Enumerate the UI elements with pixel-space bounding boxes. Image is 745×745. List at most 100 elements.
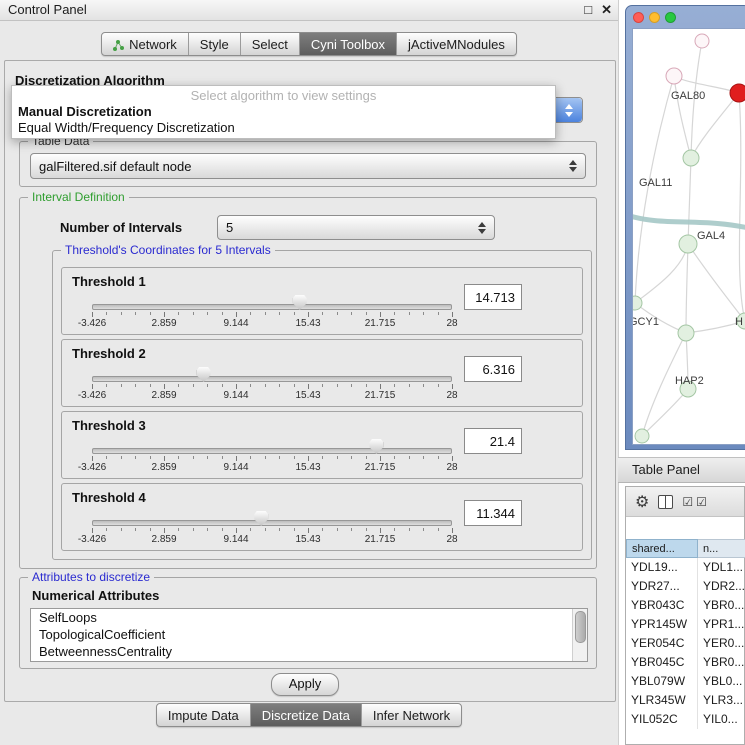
- checkbox-icon[interactable]: [682, 493, 693, 511]
- scrollbar-thumb[interactable]: [575, 611, 586, 643]
- tab-cyni-toolbox[interactable]: Cyni Toolbox: [300, 33, 397, 55]
- threshold-2-value-field[interactable]: 6.316: [464, 356, 522, 382]
- table-row[interactable]: YIL052CYIL0...: [626, 710, 745, 729]
- cell[interactable]: YLR345W: [626, 691, 698, 710]
- cell[interactable]: YDR27...: [626, 577, 698, 596]
- node[interactable]: [683, 150, 699, 166]
- list-item[interactable]: SelfLoops: [31, 609, 587, 626]
- number-of-intervals-value: 5: [218, 220, 475, 235]
- apply-button[interactable]: Apply: [271, 673, 339, 696]
- node-label: GAL80: [671, 90, 705, 102]
- node[interactable]: [633, 296, 642, 310]
- tab-style[interactable]: Style: [189, 33, 241, 55]
- close-traffic-icon[interactable]: [633, 12, 644, 23]
- cell[interactable]: YIL0...: [698, 710, 745, 729]
- thresholds-group: Threshold's Coordinates for 5 Intervals …: [52, 250, 592, 560]
- cell[interactable]: YPR1...: [698, 615, 745, 634]
- threshold-1-panel: Threshold 1 -3.4262.8599.14415.4321.7152…: [61, 267, 583, 335]
- list-scrollbar[interactable]: [572, 609, 587, 661]
- close-window-icon[interactable]: [601, 1, 612, 19]
- threshold-3-panel: Threshold 3 -3.4262.8599.14415.4321.7152…: [61, 411, 583, 479]
- threshold-3-value-field[interactable]: 21.4: [464, 428, 522, 454]
- node-label: H: [735, 316, 743, 328]
- table-row[interactable]: YBL079WYBL0...: [626, 672, 745, 691]
- cell[interactable]: YBR0...: [698, 596, 745, 615]
- slider-thumb[interactable]: [254, 511, 268, 526]
- table-toolbar: [626, 487, 744, 517]
- tab-style-label: Style: [200, 37, 229, 52]
- number-of-intervals-select[interactable]: 5: [217, 215, 495, 240]
- threshold-3-slider[interactable]: -3.4262.8599.14415.4321.71528: [82, 438, 462, 474]
- tab-select[interactable]: Select: [241, 33, 300, 55]
- algorithm-option-equal-width[interactable]: Equal Width/Frequency Discretization: [12, 120, 555, 136]
- selected-node[interactable]: [730, 84, 745, 102]
- algorithm-option-manual[interactable]: Manual Discretization: [12, 104, 555, 120]
- numerical-attributes-list[interactable]: SelfLoops TopologicalCoefficient Between…: [30, 608, 588, 662]
- table-panel: shared... n... YDL19...YDL1... YDR27...Y…: [625, 486, 745, 745]
- column-header-shared-name[interactable]: shared...: [626, 539, 698, 558]
- bottom-tab-group: Impute Data Discretize Data Infer Networ…: [156, 703, 462, 727]
- network-graph: GAL80 GAL11 GAL4 GCY1 HAP2 H: [633, 29, 745, 444]
- cell[interactable]: YER0...: [698, 634, 745, 653]
- minimize-traffic-icon[interactable]: [649, 12, 660, 23]
- threshold-4-slider[interactable]: -3.4262.8599.14415.4321.71528: [82, 510, 462, 546]
- slider-scale-labels: -3.4262.8599.14415.4321.71528: [92, 462, 452, 474]
- number-of-intervals-label: Number of Intervals: [60, 220, 182, 235]
- table-row[interactable]: YBR043CYBR0...: [626, 596, 745, 615]
- threshold-2-panel: Threshold 2 -3.4262.8599.14415.4321.7152…: [61, 339, 583, 407]
- node[interactable]: [635, 429, 649, 443]
- tab-jactivemnodules[interactable]: jActiveMNodules: [397, 33, 516, 55]
- cell[interactable]: YBR0...: [698, 653, 745, 672]
- cell[interactable]: YER054C: [626, 634, 698, 653]
- cell[interactable]: YIL052C: [626, 710, 698, 729]
- column-header-name[interactable]: n...: [698, 539, 745, 558]
- tab-network[interactable]: Network: [102, 33, 189, 55]
- checkbox-icon[interactable]: [696, 493, 707, 511]
- threshold-1-slider[interactable]: -3.4262.8599.14415.4321.71528: [82, 294, 462, 330]
- list-item[interactable]: BetweennessCentrality: [31, 643, 587, 660]
- tab-discretize-data[interactable]: Discretize Data: [251, 704, 362, 726]
- threshold-4-value-field[interactable]: 11.344: [464, 500, 522, 526]
- list-item[interactable]: TopologicalCoefficient: [31, 626, 587, 643]
- table-row[interactable]: YLR345WYLR3...: [626, 691, 745, 710]
- float-window-icon[interactable]: [584, 1, 592, 19]
- cell[interactable]: YBR043C: [626, 596, 698, 615]
- table-row[interactable]: YDL19...YDL1...: [626, 558, 745, 577]
- combo-stepper-icon: [475, 222, 489, 234]
- cell[interactable]: YDR2...: [698, 577, 745, 596]
- threshold-1-value-field[interactable]: 14.713: [464, 284, 522, 310]
- gear-icon[interactable]: [635, 492, 649, 512]
- table-row[interactable]: YER054CYER0...: [626, 634, 745, 653]
- columns-icon[interactable]: [658, 495, 673, 509]
- table-data-select[interactable]: galFiltered.sif default node: [30, 153, 586, 179]
- cell[interactable]: YBR045C: [626, 653, 698, 672]
- cell[interactable]: YDL19...: [626, 558, 698, 577]
- table-row[interactable]: YBR045CYBR0...: [626, 653, 745, 672]
- tab-discretize-data-label: Discretize Data: [262, 708, 350, 723]
- node[interactable]: [695, 34, 709, 48]
- cell[interactable]: YLR3...: [698, 691, 745, 710]
- slider-thumb[interactable]: [293, 295, 307, 310]
- slider-thumb[interactable]: [197, 367, 211, 382]
- threshold-4-panel: Threshold 4 -3.4262.8599.14415.4321.7152…: [61, 483, 583, 551]
- node-label: GAL11: [639, 177, 672, 189]
- tab-infer-network[interactable]: Infer Network: [362, 704, 461, 726]
- cell[interactable]: YBL079W: [626, 672, 698, 691]
- table-row[interactable]: YPR145WYPR1...: [626, 615, 745, 634]
- tab-cyni-toolbox-label: Cyni Toolbox: [311, 37, 385, 52]
- network-window-titlebar: [626, 6, 745, 28]
- tab-impute-data[interactable]: Impute Data: [157, 704, 251, 726]
- threshold-2-slider[interactable]: -3.4262.8599.14415.4321.71528: [82, 366, 462, 402]
- table-row[interactable]: YDR27...YDR2...: [626, 577, 745, 596]
- slider-thumb[interactable]: [369, 439, 383, 454]
- cell[interactable]: YDL1...: [698, 558, 745, 577]
- cell[interactable]: YPR145W: [626, 615, 698, 634]
- network-canvas[interactable]: GAL80 GAL11 GAL4 GCY1 HAP2 H: [632, 28, 745, 445]
- node[interactable]: [678, 325, 694, 341]
- node[interactable]: [679, 235, 697, 253]
- screen: Control Panel Network Style Select Cyni …: [0, 0, 745, 745]
- cell[interactable]: YBL0...: [698, 672, 745, 691]
- zoom-traffic-icon[interactable]: [665, 12, 676, 23]
- node[interactable]: [666, 68, 682, 84]
- algorithm-placeholder-option[interactable]: Select algorithm to view settings: [12, 88, 555, 104]
